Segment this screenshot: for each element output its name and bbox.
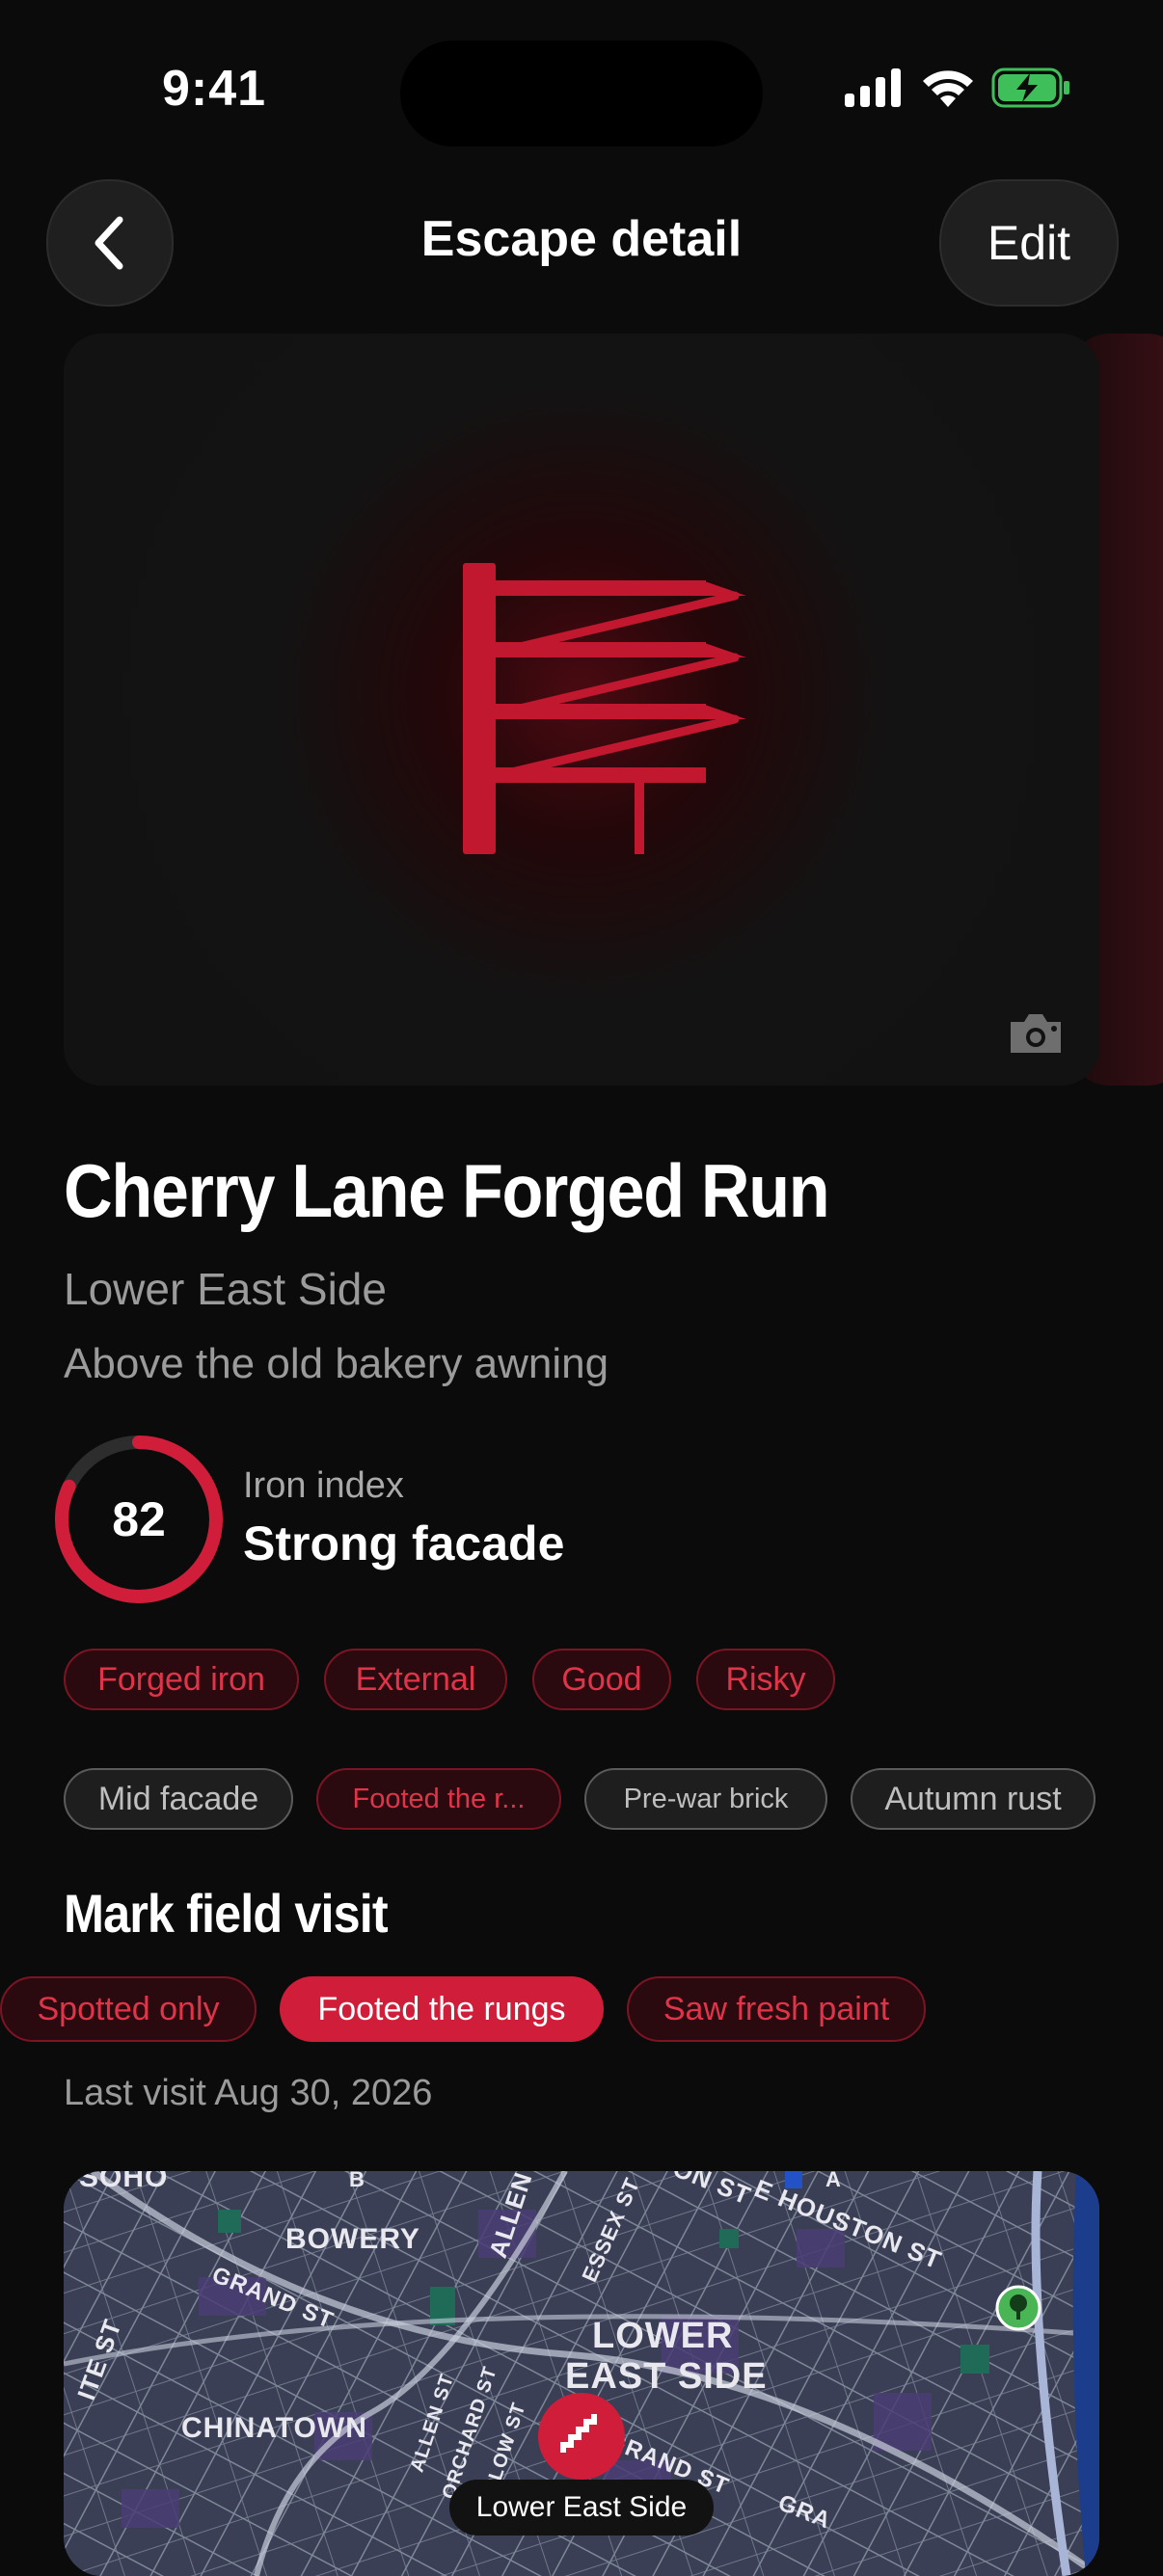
iron-index-label: Iron index bbox=[243, 1465, 404, 1506]
park-icon[interactable] bbox=[995, 2285, 1041, 2331]
iron-index-rating: Strong facade bbox=[243, 1516, 565, 1570]
escape-name: Cherry Lane Forged Run bbox=[64, 1148, 830, 1233]
tag-placement: External bbox=[324, 1649, 507, 1710]
tag-material: Forged iron bbox=[64, 1649, 299, 1710]
map-label: SOHO bbox=[79, 2171, 169, 2193]
map-label: B bbox=[349, 2171, 365, 2191]
map-label: LOWER bbox=[592, 2316, 734, 2356]
dynamic-island bbox=[400, 40, 763, 147]
tag-season: Autumn rust bbox=[851, 1768, 1095, 1830]
map-label: BOWERY bbox=[285, 2223, 420, 2255]
field-visit-title: Mark field visit bbox=[64, 1883, 389, 1944]
fire-escape-icon bbox=[463, 563, 746, 854]
status-icons bbox=[845, 67, 1070, 108]
tag-risk: Risky bbox=[696, 1649, 835, 1710]
status-time: 9:41 bbox=[162, 61, 267, 117]
iron-index-score: 82 bbox=[112, 1492, 166, 1546]
last-visit-date: Last visit Aug 30, 2026 bbox=[64, 2073, 433, 2113]
signal-icon bbox=[845, 68, 901, 107]
wifi-icon bbox=[923, 70, 973, 107]
map-pin[interactable] bbox=[536, 2391, 627, 2482]
location-map[interactable]: SOHO BOWERY GRAND ST CHINATOWN ALLEN ESS… bbox=[64, 2171, 1099, 2576]
camera-icon[interactable] bbox=[1007, 1010, 1065, 1057]
map-label: A bbox=[825, 2171, 842, 2191]
visit-option-spotted[interactable]: Spotted only bbox=[0, 1976, 257, 2042]
visit-option-footed[interactable]: Footed the rungs bbox=[280, 1976, 604, 2042]
escape-neighborhood: Lower East Side bbox=[64, 1264, 387, 1314]
battery-charging-icon bbox=[991, 67, 1069, 108]
edit-button[interactable]: Edit bbox=[939, 179, 1119, 307]
tag-building: Pre-war brick bbox=[584, 1768, 827, 1830]
map-pin-label: Lower East Side bbox=[449, 2480, 714, 2536]
map-label: CHINATOWN bbox=[181, 2412, 367, 2444]
tag-visit-status: Footed the r... bbox=[316, 1768, 561, 1830]
tag-height: Mid facade bbox=[64, 1768, 293, 1830]
visit-option-fresh-paint[interactable]: Saw fresh paint bbox=[627, 1976, 926, 2042]
escape-photo[interactable] bbox=[64, 334, 1099, 1086]
escape-location-note: Above the old bakery awning bbox=[64, 1340, 609, 1387]
tag-condition: Good bbox=[532, 1649, 671, 1710]
